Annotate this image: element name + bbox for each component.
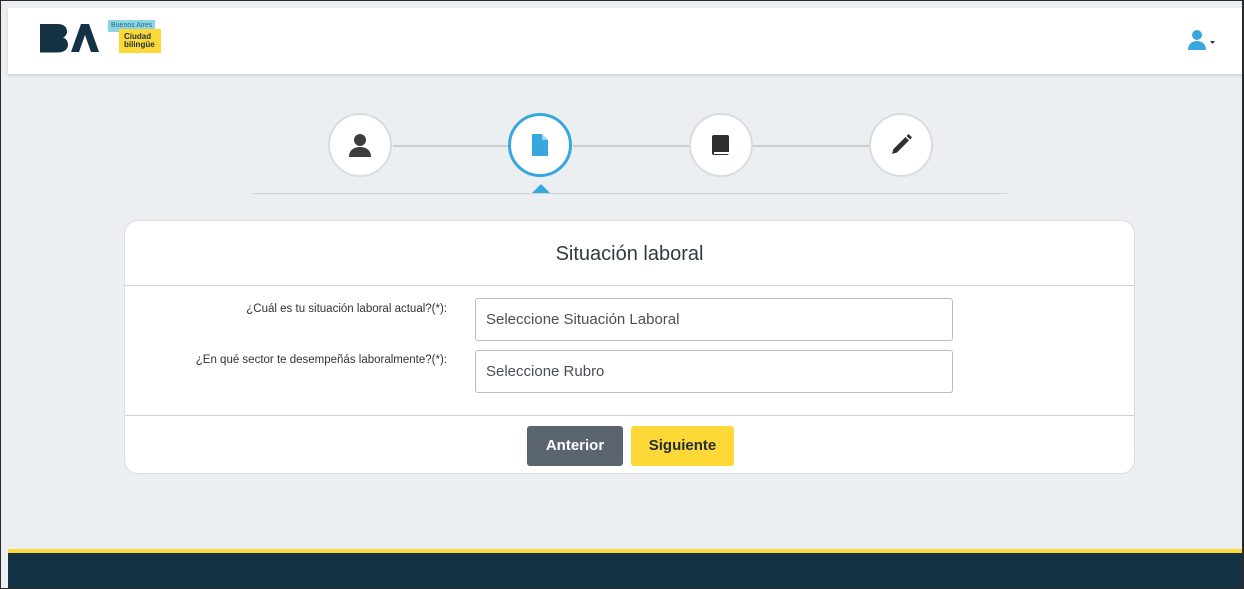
form-divider [125,415,1134,416]
user-icon [349,134,371,157]
employment-status-select[interactable]: Seleccione Situación Laboral [475,298,953,341]
previous-button[interactable]: Anterior [527,426,623,466]
employment-status-label: ¿Cuál es tu situación laboral actual?(*)… [246,303,447,315]
pencil-icon [892,134,912,154]
stepper-divider [253,193,1007,194]
step-education[interactable] [689,113,753,177]
form-row-employment-status: ¿Cuál es tu situación laboral actual?(*)… [125,298,1134,342]
sector-select[interactable]: Seleccione Rubro [475,350,953,393]
city-badge-label: Ciudad bilingüe [119,29,161,53]
ba-logo[interactable] [38,22,100,54]
form-row-sector: ¿En qué sector te desempeñás laboralment… [125,350,1134,394]
step-signature[interactable] [869,113,933,177]
app-window: Buenos Aires Ciudad bilingüe Situación l… [0,0,1244,589]
user-icon [1188,30,1215,50]
sector-label: ¿En qué sector te desempeñás laboralment… [195,354,447,366]
employment-form-card: Situación laboral ¿Cuál es tu situación … [124,220,1135,474]
step-personal-data[interactable] [328,113,392,177]
ciudad-bilingue-logo: Buenos Aires Ciudad bilingüe [108,20,161,54]
form-title: Situación laboral [125,221,1134,286]
user-menu-button[interactable] [1188,29,1216,51]
city-badge-line2: bilingüe [124,40,155,49]
book-icon [712,135,729,155]
chevron-down-icon [1210,41,1215,44]
top-navbar: Buenos Aires Ciudad bilingüe [8,8,1242,74]
step-connector [393,145,509,147]
document-icon [532,134,548,156]
footer [8,553,1242,588]
step-connector [573,145,689,147]
active-step-pointer [532,184,550,193]
step-connector [753,145,871,147]
next-button[interactable]: Siguiente [631,426,734,466]
step-employment-status[interactable] [508,113,572,177]
progress-stepper [1,111,1242,201]
